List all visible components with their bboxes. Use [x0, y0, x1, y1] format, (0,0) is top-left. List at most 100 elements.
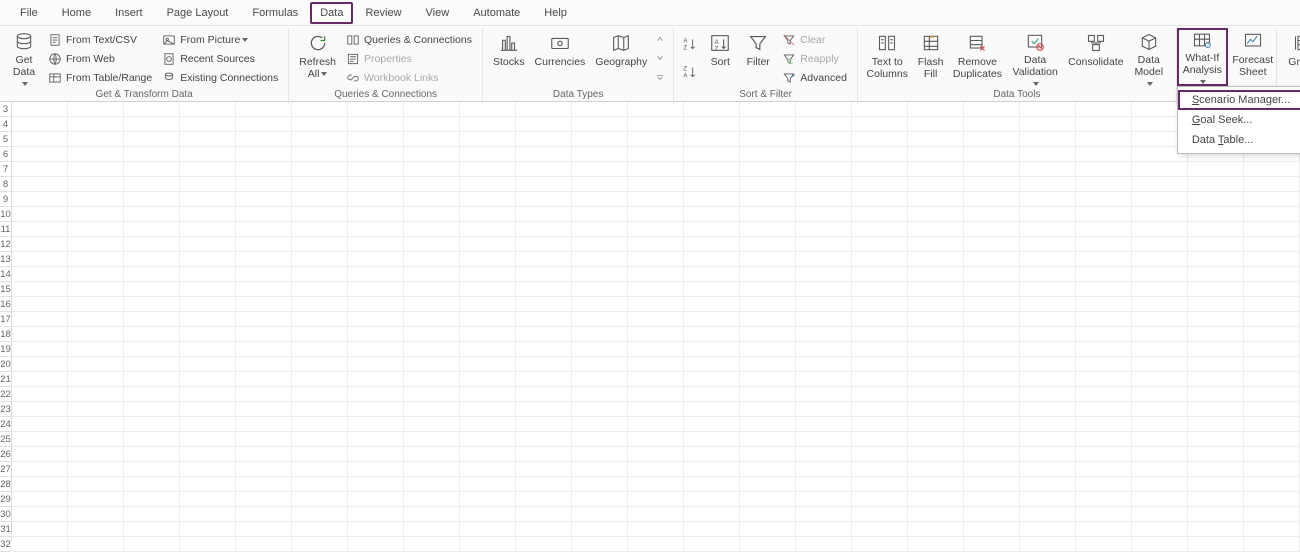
grid-cell[interactable] — [292, 537, 348, 552]
grid-cell[interactable] — [236, 342, 292, 357]
tab-automate[interactable]: Automate — [461, 2, 532, 24]
grid-cell[interactable] — [908, 402, 964, 417]
grid-cell[interactable] — [460, 432, 516, 447]
grid-cell[interactable] — [292, 132, 348, 147]
grid-cell[interactable] — [460, 387, 516, 402]
grid-cell[interactable] — [180, 102, 236, 117]
grid-cell[interactable] — [964, 462, 1020, 477]
grid-cell[interactable] — [236, 402, 292, 417]
grid-cell[interactable] — [964, 207, 1020, 222]
row-header[interactable]: 3 — [0, 102, 11, 117]
grid-cell[interactable] — [404, 522, 460, 537]
grid-cell[interactable] — [124, 177, 180, 192]
grid-cell[interactable] — [460, 357, 516, 372]
grid-cell[interactable] — [964, 117, 1020, 132]
grid-cell[interactable] — [1076, 537, 1132, 552]
grid-cell[interactable] — [1244, 432, 1300, 447]
grid-cell[interactable] — [180, 237, 236, 252]
grid-cell[interactable] — [292, 327, 348, 342]
grid-cell[interactable] — [908, 282, 964, 297]
grid-cell[interactable] — [180, 177, 236, 192]
grid-cell[interactable] — [292, 177, 348, 192]
grid-cell[interactable] — [124, 192, 180, 207]
grid-cell[interactable] — [404, 102, 460, 117]
flash-fill-button[interactable]: Flash Fill — [913, 30, 949, 88]
grid-cell[interactable] — [12, 387, 68, 402]
grid-cell[interactable] — [180, 357, 236, 372]
grid-cell[interactable] — [628, 132, 684, 147]
consolidate-button[interactable]: Consolidate — [1066, 30, 1126, 88]
grid-cell[interactable] — [460, 162, 516, 177]
grid-cell[interactable] — [292, 252, 348, 267]
grid-cell[interactable] — [1132, 522, 1188, 537]
grid-cell[interactable] — [236, 432, 292, 447]
grid-cell[interactable] — [236, 417, 292, 432]
grid-cell[interactable] — [628, 387, 684, 402]
grid-cell[interactable] — [572, 462, 628, 477]
scenario-manager-item[interactable]: SScenario Manager...cenario Manager... — [1178, 90, 1300, 110]
grid-cell[interactable] — [572, 492, 628, 507]
grid-cell[interactable] — [180, 402, 236, 417]
grid-cell[interactable] — [1020, 357, 1076, 372]
grid-cell[interactable] — [852, 177, 908, 192]
grid-cell[interactable] — [404, 462, 460, 477]
from-text-csv-button[interactable]: From Text/CSV — [44, 30, 156, 49]
grid-cell[interactable] — [852, 357, 908, 372]
grid-cell[interactable] — [628, 372, 684, 387]
grid-cell[interactable] — [12, 417, 68, 432]
grid-cell[interactable] — [796, 132, 852, 147]
grid-cell[interactable] — [628, 402, 684, 417]
grid-cell[interactable] — [684, 417, 740, 432]
grid-cell[interactable] — [460, 282, 516, 297]
grid-cell[interactable] — [572, 297, 628, 312]
grid-cell[interactable] — [292, 162, 348, 177]
grid-cell[interactable] — [516, 507, 572, 522]
grid-cell[interactable] — [852, 507, 908, 522]
grid-cell[interactable] — [516, 147, 572, 162]
grid-cell[interactable] — [1132, 162, 1188, 177]
grid-cell[interactable] — [180, 507, 236, 522]
grid-cell[interactable] — [1244, 237, 1300, 252]
grid-cell[interactable] — [516, 477, 572, 492]
tab-insert[interactable]: Insert — [103, 2, 155, 24]
grid-cell[interactable] — [1132, 462, 1188, 477]
grid-cell[interactable] — [124, 402, 180, 417]
grid-cell[interactable] — [1132, 327, 1188, 342]
grid-cell[interactable] — [1188, 492, 1244, 507]
grid-cell[interactable] — [348, 282, 404, 297]
grid-cell[interactable] — [796, 192, 852, 207]
grid-cell[interactable] — [404, 162, 460, 177]
grid-cell[interactable] — [460, 207, 516, 222]
get-data-button[interactable]: Get Data — [6, 30, 42, 88]
grid-cell[interactable] — [236, 147, 292, 162]
grid-cell[interactable] — [1132, 402, 1188, 417]
grid-cell[interactable] — [348, 372, 404, 387]
grid-cell[interactable] — [1244, 417, 1300, 432]
forecast-sheet-button[interactable]: Forecast Sheet — [1230, 28, 1276, 86]
grid-cell[interactable] — [12, 462, 68, 477]
grid-cell[interactable] — [1132, 267, 1188, 282]
grid-cell[interactable] — [1188, 402, 1244, 417]
grid-cell[interactable] — [124, 252, 180, 267]
grid-cell[interactable] — [1076, 267, 1132, 282]
grid-cell[interactable] — [1132, 282, 1188, 297]
row-header[interactable]: 29 — [0, 492, 11, 507]
grid-cell[interactable] — [1076, 477, 1132, 492]
grid-cell[interactable] — [572, 222, 628, 237]
grid-cell[interactable] — [964, 252, 1020, 267]
grid-cell[interactable] — [796, 477, 852, 492]
grid-cell[interactable] — [68, 282, 124, 297]
what-if-analysis-button[interactable]: ? What-If Analysis — [1177, 28, 1228, 86]
grid-cell[interactable] — [348, 387, 404, 402]
grid-cell[interactable] — [796, 237, 852, 252]
grid-cell[interactable] — [68, 402, 124, 417]
grid-cell[interactable] — [1132, 192, 1188, 207]
grid-cell[interactable] — [516, 372, 572, 387]
grid-cell[interactable] — [1188, 387, 1244, 402]
grid-cell[interactable] — [404, 327, 460, 342]
row-header[interactable]: 8 — [0, 177, 11, 192]
grid-cell[interactable] — [1132, 507, 1188, 522]
grid-cell[interactable] — [404, 117, 460, 132]
grid-cell[interactable] — [908, 237, 964, 252]
grid-cell[interactable] — [404, 312, 460, 327]
